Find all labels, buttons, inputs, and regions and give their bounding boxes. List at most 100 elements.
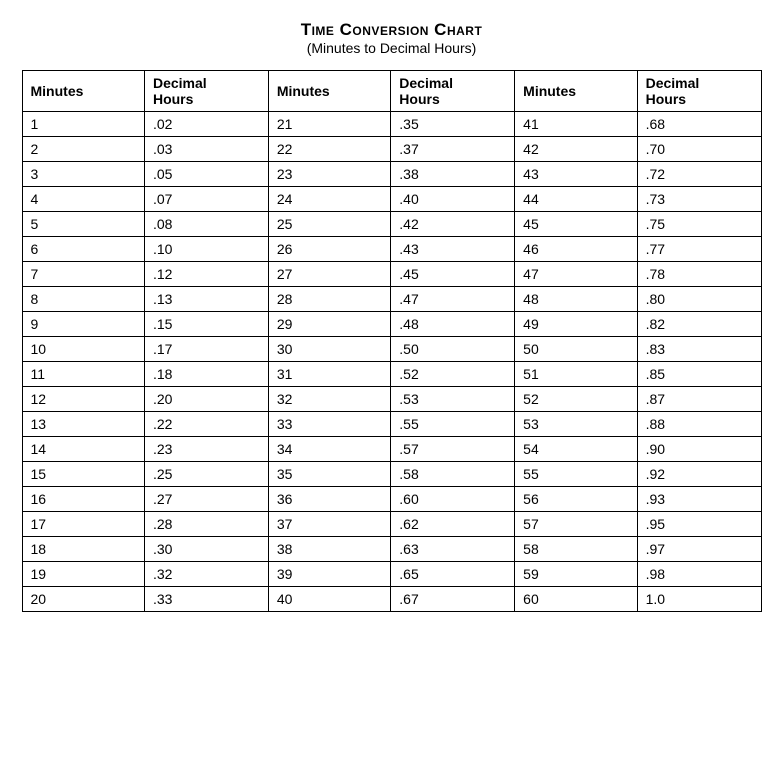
decimal-cell: .98 — [637, 562, 761, 587]
decimal-cell: .70 — [637, 137, 761, 162]
decimal-cell: .28 — [144, 512, 268, 537]
minutes-cell: 38 — [268, 537, 390, 562]
minutes-cell: 27 — [268, 262, 390, 287]
minutes-cell: 2 — [22, 137, 144, 162]
minutes-cell: 54 — [515, 437, 637, 462]
decimal-cell: .52 — [391, 362, 515, 387]
subtitle: (Minutes to Decimal Hours) — [22, 40, 762, 56]
decimal-cell: .08 — [144, 212, 268, 237]
minutes-cell: 13 — [22, 412, 144, 437]
decimal-cell: .73 — [637, 187, 761, 212]
decimal-cell: .82 — [637, 312, 761, 337]
minutes-cell: 50 — [515, 337, 637, 362]
minutes-cell: 49 — [515, 312, 637, 337]
minutes-cell: 6 — [22, 237, 144, 262]
decimal-cell: .58 — [391, 462, 515, 487]
minutes-cell: 7 — [22, 262, 144, 287]
decimal-cell: .67 — [391, 587, 515, 612]
decimal-cell: .25 — [144, 462, 268, 487]
decimal-cell: .48 — [391, 312, 515, 337]
minutes-cell: 3 — [22, 162, 144, 187]
decimal-cell: .55 — [391, 412, 515, 437]
table-row: 3.0523.3843.72 — [22, 162, 761, 187]
decimal-cell: .97 — [637, 537, 761, 562]
minutes-cell: 16 — [22, 487, 144, 512]
minutes-cell: 4 — [22, 187, 144, 212]
minutes-cell: 11 — [22, 362, 144, 387]
decimal-cell: .42 — [391, 212, 515, 237]
decimal-cell: .03 — [144, 137, 268, 162]
main-title: Time Conversion Chart — [22, 20, 762, 40]
minutes-cell: 53 — [515, 412, 637, 437]
minutes-cell: 29 — [268, 312, 390, 337]
minutes-cell: 20 — [22, 587, 144, 612]
minutes-cell: 44 — [515, 187, 637, 212]
minutes-cell: 59 — [515, 562, 637, 587]
minutes-cell: 36 — [268, 487, 390, 512]
decimal-cell: .65 — [391, 562, 515, 587]
minutes-cell: 48 — [515, 287, 637, 312]
table-row: 6.1026.4346.77 — [22, 237, 761, 262]
col-decimal-1: DecimalHours — [144, 71, 268, 112]
minutes-cell: 14 — [22, 437, 144, 462]
table-row: 9.1529.4849.82 — [22, 312, 761, 337]
decimal-cell: .88 — [637, 412, 761, 437]
decimal-cell: .13 — [144, 287, 268, 312]
minutes-cell: 33 — [268, 412, 390, 437]
table-row: 8.1328.4748.80 — [22, 287, 761, 312]
decimal-cell: .57 — [391, 437, 515, 462]
decimal-cell: .47 — [391, 287, 515, 312]
minutes-cell: 5 — [22, 212, 144, 237]
minutes-cell: 47 — [515, 262, 637, 287]
minutes-cell: 10 — [22, 337, 144, 362]
decimal-cell: .68 — [637, 112, 761, 137]
table-row: 12.2032.5352.87 — [22, 387, 761, 412]
minutes-cell: 35 — [268, 462, 390, 487]
minutes-cell: 19 — [22, 562, 144, 587]
minutes-cell: 21 — [268, 112, 390, 137]
decimal-cell: .77 — [637, 237, 761, 262]
col-minutes-3: Minutes — [515, 71, 637, 112]
decimal-cell: .45 — [391, 262, 515, 287]
minutes-cell: 24 — [268, 187, 390, 212]
decimal-cell: .23 — [144, 437, 268, 462]
decimal-cell: .20 — [144, 387, 268, 412]
decimal-cell: .18 — [144, 362, 268, 387]
minutes-cell: 9 — [22, 312, 144, 337]
minutes-cell: 40 — [268, 587, 390, 612]
minutes-cell: 41 — [515, 112, 637, 137]
col-decimal-2: DecimalHours — [391, 71, 515, 112]
decimal-cell: .05 — [144, 162, 268, 187]
minutes-cell: 58 — [515, 537, 637, 562]
decimal-cell: .92 — [637, 462, 761, 487]
page-container: Time Conversion Chart (Minutes to Decima… — [22, 20, 762, 612]
decimal-cell: 1.0 — [637, 587, 761, 612]
minutes-cell: 37 — [268, 512, 390, 537]
col-minutes-2: Minutes — [268, 71, 390, 112]
minutes-cell: 8 — [22, 287, 144, 312]
minutes-cell: 60 — [515, 587, 637, 612]
conversion-table: Minutes DecimalHours Minutes DecimalHour… — [22, 70, 762, 612]
minutes-cell: 25 — [268, 212, 390, 237]
minutes-cell: 43 — [515, 162, 637, 187]
minutes-cell: 32 — [268, 387, 390, 412]
decimal-cell: .90 — [637, 437, 761, 462]
minutes-cell: 45 — [515, 212, 637, 237]
decimal-cell: .30 — [144, 537, 268, 562]
table-row: 19.3239.6559.98 — [22, 562, 761, 587]
decimal-cell: .63 — [391, 537, 515, 562]
minutes-cell: 39 — [268, 562, 390, 587]
minutes-cell: 52 — [515, 387, 637, 412]
decimal-cell: .87 — [637, 387, 761, 412]
decimal-cell: .33 — [144, 587, 268, 612]
table-row: 14.2334.5754.90 — [22, 437, 761, 462]
table-row: 1.0221.3541.68 — [22, 112, 761, 137]
table-row: 5.0825.4245.75 — [22, 212, 761, 237]
table-row: 15.2535.5855.92 — [22, 462, 761, 487]
minutes-cell: 12 — [22, 387, 144, 412]
table-row: 17.2837.6257.95 — [22, 512, 761, 537]
table-row: 10.1730.5050.83 — [22, 337, 761, 362]
minutes-cell: 31 — [268, 362, 390, 387]
decimal-cell: .80 — [637, 287, 761, 312]
decimal-cell: .12 — [144, 262, 268, 287]
